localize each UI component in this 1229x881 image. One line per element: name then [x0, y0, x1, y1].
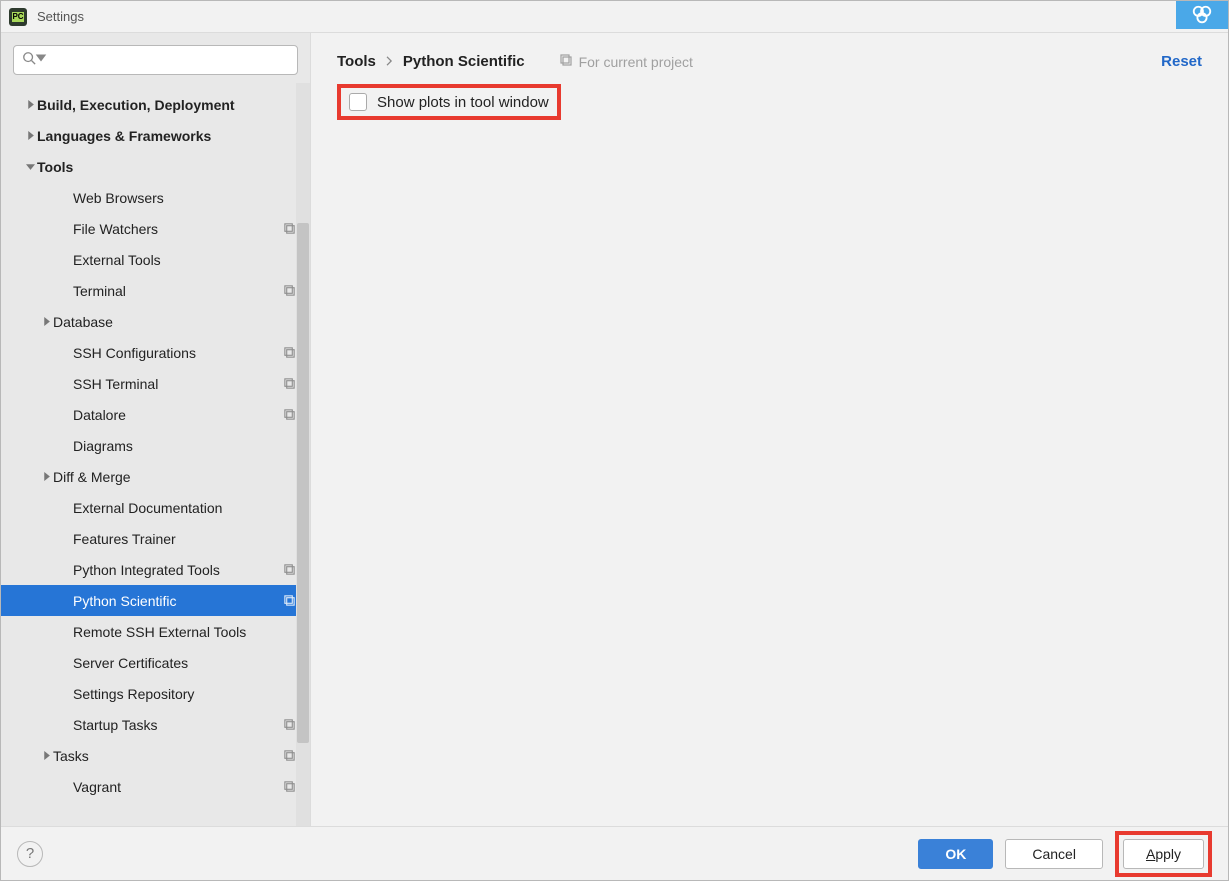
tree-item-label: SSH Configurations — [73, 345, 196, 361]
chevron-right-icon[interactable] — [39, 472, 53, 481]
copy-icon — [559, 53, 573, 70]
tree-item[interactable]: Tools — [1, 151, 310, 182]
search-input[interactable] — [54, 53, 289, 68]
copy-icon — [283, 563, 296, 576]
tree-item[interactable]: External Documentation — [1, 492, 310, 523]
chevron-right-icon[interactable] — [23, 100, 37, 109]
tree-item[interactable]: Startup Tasks — [1, 709, 310, 740]
breadcrumb-leaf: Python Scientific — [403, 53, 525, 70]
sidebar: Build, Execution, Deployment Languages & … — [1, 33, 311, 826]
tree-item[interactable]: Python Integrated Tools — [1, 554, 310, 585]
breadcrumb: Tools Python Scientific For current proj… — [337, 53, 1202, 70]
tree-item-label: Python Integrated Tools — [73, 562, 220, 578]
tree-item[interactable]: Languages & Frameworks — [1, 120, 310, 151]
tree-item[interactable]: Diff & Merge — [1, 461, 310, 492]
pycharm-icon: PC — [9, 8, 27, 26]
tree-item-label: Vagrant — [73, 779, 121, 795]
tree-item-label: Tasks — [53, 748, 89, 764]
tree-item-label: SSH Terminal — [73, 376, 158, 392]
tree-item[interactable]: Tasks — [1, 740, 310, 771]
chevron-right-icon[interactable] — [39, 751, 53, 760]
tree-item[interactable]: Server Certificates — [1, 647, 310, 678]
ok-button[interactable]: OK — [918, 839, 993, 869]
tree-item-label: Settings Repository — [73, 686, 194, 702]
tree-item[interactable]: Vagrant — [1, 771, 310, 802]
copy-icon — [283, 718, 296, 731]
tree-scrollbar[interactable] — [296, 83, 310, 826]
tree-item-label: External Tools — [73, 252, 161, 268]
tree-item-label: File Watchers — [73, 221, 158, 237]
tree-item[interactable]: External Tools — [1, 244, 310, 275]
copy-icon — [283, 594, 296, 607]
tree-item[interactable]: Features Trainer — [1, 523, 310, 554]
tree-item-label: Languages & Frameworks — [37, 128, 211, 144]
tree-item[interactable]: Python Scientific — [1, 585, 310, 616]
footer: ? OK Cancel Apply — [1, 826, 1228, 880]
tree-item-label: Server Certificates — [73, 655, 188, 671]
tree-item-label: Tools — [37, 159, 73, 175]
tree-item[interactable]: Terminal — [1, 275, 310, 306]
apply-button[interactable]: Apply — [1123, 839, 1204, 869]
tree-item[interactable]: File Watchers — [1, 213, 310, 244]
settings-tree[interactable]: Build, Execution, Deployment Languages & … — [1, 83, 310, 826]
help-button[interactable]: ? — [17, 841, 43, 867]
tree-item[interactable]: SSH Terminal — [1, 368, 310, 399]
window-title: Settings — [37, 9, 84, 24]
tree-item[interactable]: Settings Repository — [1, 678, 310, 709]
reset-link[interactable]: Reset — [1161, 53, 1202, 70]
copy-icon — [283, 284, 296, 297]
apply-highlight: Apply — [1115, 831, 1212, 877]
tree-item[interactable]: Web Browsers — [1, 182, 310, 213]
copy-icon — [283, 377, 296, 390]
tree-item-label: Terminal — [73, 283, 126, 299]
tree-item[interactable]: Build, Execution, Deployment — [1, 89, 310, 120]
tree-item-label: Web Browsers — [73, 190, 164, 206]
tree-item-label: Remote SSH External Tools — [73, 624, 246, 640]
tree-item[interactable]: Database — [1, 306, 310, 337]
main-panel: Tools Python Scientific For current proj… — [311, 33, 1228, 826]
copy-icon — [283, 222, 296, 235]
tree-item-label: External Documentation — [73, 500, 222, 516]
show-plots-checkbox[interactable] — [349, 93, 367, 111]
tree-item-label: Database — [53, 314, 113, 330]
copy-icon — [283, 408, 296, 421]
settings-window: PC Settings Build, Execution, Deployme — [0, 0, 1229, 881]
chevron-right-icon — [386, 53, 393, 70]
corner-widget[interactable] — [1176, 1, 1228, 29]
for-current-project-hint: For current project — [559, 53, 693, 70]
chevron-down-icon[interactable] — [23, 162, 37, 171]
tree-item-label: Diff & Merge — [53, 469, 131, 485]
copy-icon — [283, 346, 296, 359]
tree-item-label: Diagrams — [73, 438, 133, 454]
breadcrumb-root[interactable]: Tools — [337, 53, 376, 70]
chevron-right-icon[interactable] — [39, 317, 53, 326]
search-dropdown-icon[interactable] — [34, 51, 48, 70]
tree-item[interactable]: SSH Configurations — [1, 337, 310, 368]
tree-item-label: Datalore — [73, 407, 126, 423]
tree-item-label: Python Scientific — [73, 593, 177, 609]
chevron-right-icon[interactable] — [23, 131, 37, 140]
option-show-plots[interactable]: Show plots in tool window — [337, 84, 561, 120]
titlebar: PC Settings — [1, 1, 1228, 33]
show-plots-label: Show plots in tool window — [377, 94, 549, 111]
tree-item-label: Build, Execution, Deployment — [37, 97, 235, 113]
tree-item-label: Startup Tasks — [73, 717, 158, 733]
tree-item[interactable]: Diagrams — [1, 430, 310, 461]
copy-icon — [283, 780, 296, 793]
search-box[interactable] — [13, 45, 298, 75]
tree-item-label: Features Trainer — [73, 531, 176, 547]
cancel-button[interactable]: Cancel — [1005, 839, 1103, 869]
tree-item[interactable]: Remote SSH External Tools — [1, 616, 310, 647]
tree-scrollbar-thumb[interactable] — [297, 223, 309, 743]
tree-item[interactable]: Datalore — [1, 399, 310, 430]
copy-icon — [283, 749, 296, 762]
